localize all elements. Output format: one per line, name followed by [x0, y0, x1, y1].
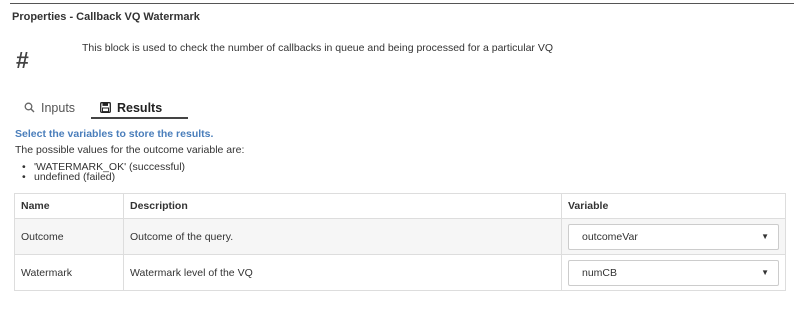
outcome-variable-select[interactable]: outcomeVar ▼: [568, 223, 779, 250]
top-divider: [10, 3, 794, 4]
row-variable-cell: numCB ▼: [561, 254, 786, 291]
active-tab-indicator: [91, 117, 188, 119]
results-table: Name Description Variable Outcome Outcom…: [14, 193, 786, 291]
table-row: Watermark Watermark level of the VQ numC…: [14, 254, 786, 291]
list-item: undefined (failed): [22, 172, 185, 183]
outcome-values-list: 'WATERMARK_OK' (successful) undefined (f…: [22, 162, 185, 183]
select-value: outcomeVar: [582, 230, 638, 243]
select-variables-hint: Select the variables to store the result…: [15, 128, 214, 140]
search-icon: [24, 102, 35, 113]
row-description: Outcome of the query.: [123, 218, 562, 255]
column-header-variable: Variable: [561, 193, 786, 219]
hash-icon: #: [16, 47, 29, 73]
row-description: Watermark level of the VQ: [123, 254, 562, 291]
save-icon: [100, 102, 111, 113]
column-header-name: Name: [14, 193, 124, 219]
block-description: This block is used to check the number o…: [82, 42, 554, 54]
table-row: Outcome Outcome of the query. outcomeVar…: [14, 218, 786, 255]
tab-inputs-label: Inputs: [41, 100, 76, 115]
select-value: numCB: [582, 266, 618, 279]
panel-title: Properties - Callback VQ Watermark: [12, 11, 200, 23]
table-header-row: Name Description Variable: [14, 193, 786, 219]
chevron-down-icon: ▼: [761, 267, 769, 277]
column-header-description: Description: [123, 193, 562, 219]
tab-results-label: Results: [117, 100, 163, 115]
row-name: Watermark: [14, 254, 124, 291]
tab-results[interactable]: Results: [100, 98, 162, 117]
row-variable-cell: outcomeVar ▼: [561, 218, 786, 255]
chevron-down-icon: ▼: [761, 231, 769, 241]
row-name: Outcome: [14, 218, 124, 255]
watermark-variable-select[interactable]: numCB ▼: [568, 259, 779, 286]
tab-inputs[interactable]: Inputs: [24, 98, 75, 117]
outcome-values-intro: The possible values for the outcome vari…: [15, 144, 245, 156]
tab-bar: Inputs Results: [14, 98, 188, 119]
